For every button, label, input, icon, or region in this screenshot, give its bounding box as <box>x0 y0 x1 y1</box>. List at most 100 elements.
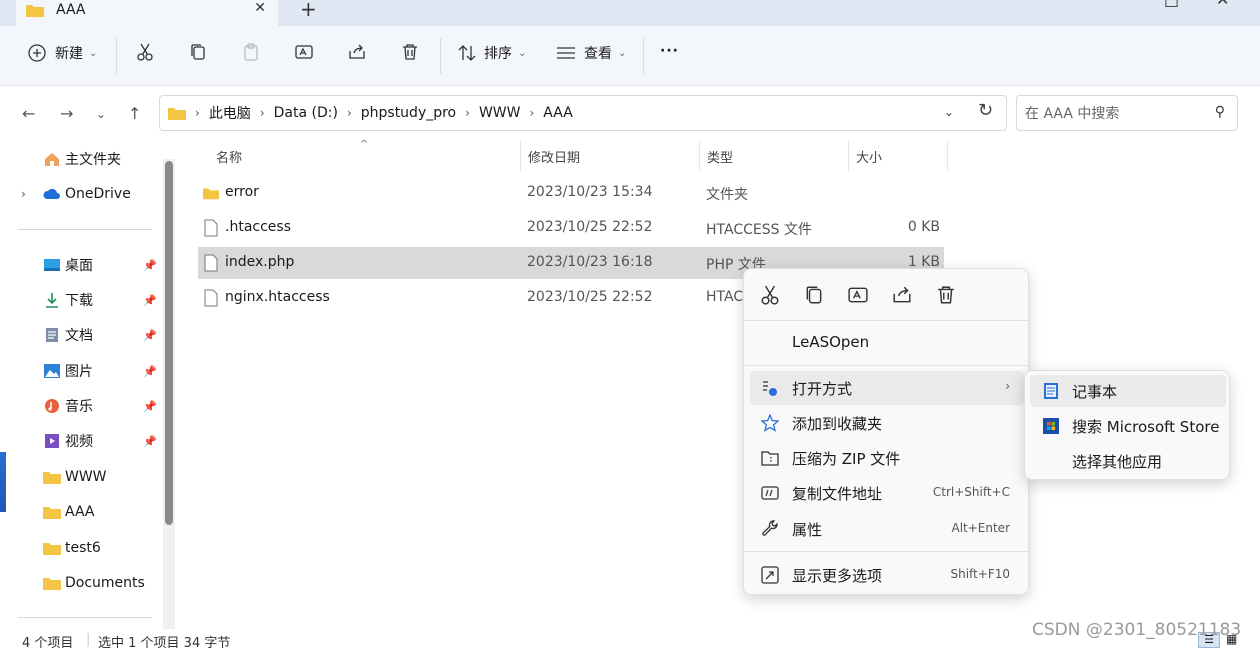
search-input[interactable]: 在 AAA 中搜索 ⚲ <box>1016 95 1238 131</box>
menu-item-shortcut: Alt+Enter <box>951 521 1010 535</box>
sidebar-item-downloads[interactable]: 下载 📌 <box>0 285 160 315</box>
new-tab-button[interactable]: + <box>300 0 317 21</box>
pin-icon[interactable]: 📌 <box>143 400 157 413</box>
desktop-wallpaper-edge <box>0 452 6 512</box>
column-header-name[interactable]: 名称 <box>216 147 242 166</box>
scissors-icon[interactable] <box>760 285 780 305</box>
menu-item-add-favorites[interactable]: 添加到收藏夹 <box>750 406 1024 440</box>
new-button[interactable]: 新建 ⌄ <box>28 43 97 63</box>
new-label: 新建 <box>55 46 83 62</box>
desktop-icon <box>44 259 60 271</box>
recent-chevron-icon[interactable]: ⌄ <box>96 107 106 121</box>
crumb-phpstudy[interactable]: phpstudy_pro <box>361 105 456 121</box>
file-name: nginx.htaccess <box>225 289 330 305</box>
menu-item-copy-path[interactable]: 复制文件地址 Ctrl+Shift+C <box>750 476 1024 510</box>
paste-button[interactable] <box>242 43 260 61</box>
folder-icon <box>43 578 61 590</box>
chevron-right-icon: › <box>195 106 200 120</box>
address-bar[interactable]: › 此电脑 › Data (D:) › phpstudy_pro › WWW ›… <box>159 95 1007 131</box>
restore-window-icon[interactable]: □ <box>1164 0 1179 9</box>
sidebar-item-www[interactable]: WWW <box>0 462 160 492</box>
sidebar-item-music[interactable]: 音乐 📌 <box>0 391 160 421</box>
folder-icon <box>43 543 61 555</box>
navigation-pane: 主文件夹 › OneDrive 桌面 📌 下载 📌 文档 📌 图片 📌 音乐 📌… <box>0 139 178 629</box>
column-header-date[interactable]: 修改日期 <box>528 147 580 166</box>
sidebar-scroll-thumb[interactable] <box>165 161 173 525</box>
toolbar-divider <box>643 38 644 74</box>
sidebar-item-documents-folder[interactable]: Documents <box>0 568 160 598</box>
submenu-item-notepad[interactable]: 记事本 <box>1030 375 1226 407</box>
table-row[interactable]: .htaccess 2023/10/25 22:52 HTACCESS 文件 0… <box>198 212 944 244</box>
column-header-type[interactable]: 类型 <box>707 147 733 166</box>
file-name: .htaccess <box>225 219 291 235</box>
forward-arrow-icon[interactable]: → <box>60 104 73 123</box>
pin-icon[interactable]: 📌 <box>143 259 157 272</box>
search-icon[interactable]: ⚲ <box>1215 104 1225 120</box>
more-options-button[interactable]: ··· <box>660 43 679 59</box>
crumb-www[interactable]: WWW <box>479 105 521 121</box>
pin-icon[interactable]: 📌 <box>143 435 157 448</box>
sidebar-item-videos[interactable]: 视频 📌 <box>0 426 160 456</box>
sidebar-item-documents[interactable]: 文档 📌 <box>0 320 160 350</box>
sidebar-item-home[interactable]: 主文件夹 <box>0 144 160 174</box>
up-arrow-icon[interactable]: ↑ <box>128 104 141 123</box>
menu-separator <box>744 551 1030 552</box>
pin-icon[interactable]: 📌 <box>143 365 157 378</box>
pin-icon[interactable]: 📌 <box>143 329 157 342</box>
column-divider[interactable] <box>520 141 521 171</box>
address-dropdown-icon[interactable]: ⌄ <box>944 105 954 119</box>
copy-button[interactable] <box>189 43 207 61</box>
file-date: 2023/10/23 15:34 <box>527 184 653 200</box>
table-row[interactable]: error 2023/10/23 15:34 文件夹 <box>198 177 944 209</box>
menu-item-compress-zip[interactable]: 压缩为 ZIP 文件 <box>750 441 1024 475</box>
sort-button[interactable]: 排序 ⌄ <box>458 43 526 63</box>
view-button[interactable]: 查看 ⌄ <box>556 43 626 63</box>
refresh-icon[interactable]: ↻ <box>978 100 993 121</box>
submenu-item-label: 搜索 Microsoft Store <box>1072 418 1220 436</box>
rename-button[interactable] <box>295 43 313 61</box>
chevron-right-icon: › <box>346 106 352 120</box>
close-tab-icon[interactable]: ✕ <box>254 0 266 16</box>
context-menu: LeASOpen 打开方式 › 添加到收藏夹 压缩为 ZIP 文件 复制文件地址… <box>743 268 1030 595</box>
crumb-aaa[interactable]: AAA <box>543 105 573 121</box>
share-button[interactable] <box>348 43 366 61</box>
submenu-item-choose-app[interactable]: 选择其他应用 <box>1030 445 1226 477</box>
sidebar-item-aaa[interactable]: AAA <box>0 497 160 527</box>
close-window-icon[interactable]: ✕ <box>1216 0 1229 9</box>
menu-item-open-with[interactable]: 打开方式 › <box>750 371 1024 405</box>
file-type: 文件夹 <box>706 187 748 203</box>
back-arrow-icon[interactable]: ← <box>22 104 35 123</box>
pin-icon[interactable]: 📌 <box>143 294 157 307</box>
sidebar-item-label: OneDrive <box>65 186 131 202</box>
menu-item-label: 压缩为 ZIP 文件 <box>792 450 901 468</box>
column-header-size[interactable]: 大小 <box>856 147 882 166</box>
title-bar: AAA ✕ + □ ✕ <box>0 0 1260 26</box>
column-divider[interactable] <box>947 141 948 171</box>
file-name: error <box>225 184 259 200</box>
column-divider[interactable] <box>699 141 700 171</box>
share-icon[interactable] <box>892 285 912 305</box>
column-divider[interactable] <box>848 141 849 171</box>
folder-icon <box>203 188 219 200</box>
delete-button[interactable] <box>401 43 419 61</box>
chevron-right-icon: › <box>529 106 535 120</box>
submenu-item-store[interactable]: 搜索 Microsoft Store <box>1030 410 1226 442</box>
crumb-data-d[interactable]: Data (D:) <box>274 105 338 121</box>
cut-button[interactable] <box>136 43 154 61</box>
rename-icon[interactable] <box>848 285 868 305</box>
trash-icon[interactable] <box>936 285 956 305</box>
copy-icon[interactable] <box>804 285 824 305</box>
toolbar-divider <box>440 38 441 74</box>
sidebar-item-pictures[interactable]: 图片 📌 <box>0 356 160 386</box>
crumb-this-pc[interactable]: 此电脑 <box>209 103 251 123</box>
tab-aaa[interactable]: AAA ✕ <box>16 0 278 26</box>
menu-item-show-more[interactable]: 显示更多选项 Shift+F10 <box>750 558 1024 592</box>
toolbar-divider <box>116 38 117 74</box>
open-with-icon <box>763 381 777 396</box>
video-icon <box>45 434 59 448</box>
sidebar-item-test6[interactable]: test6 <box>0 533 160 563</box>
sidebar-item-desktop[interactable]: 桌面 📌 <box>0 250 160 280</box>
sidebar-item-onedrive[interactable]: OneDrive <box>0 179 160 209</box>
menu-item-leasopen[interactable]: LeASOpen <box>750 326 1024 360</box>
menu-item-properties[interactable]: 属性 Alt+Enter <box>750 512 1024 546</box>
